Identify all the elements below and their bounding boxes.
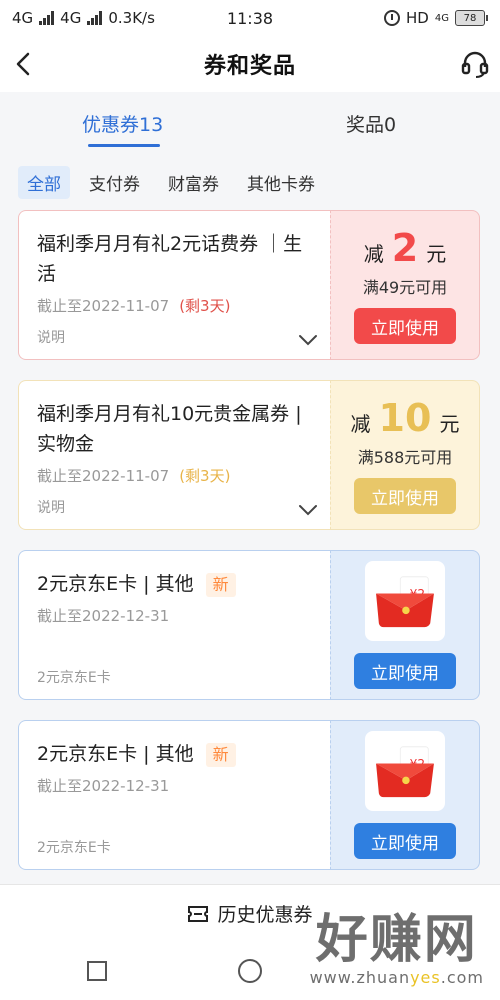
tab-coupons[interactable]: 优惠券13 (82, 110, 163, 137)
coupon-value-panel: ¥2 立即使用 (330, 720, 480, 870)
use-now-button[interactable]: 立即使用 (354, 308, 456, 344)
coupon-expiry: 截止至2022-11-07 (剩3天) (37, 465, 314, 486)
coupon-note: 2元京东E卡 (37, 840, 111, 856)
discount-unit: 元 (439, 412, 460, 436)
chevron-down-icon[interactable] (298, 333, 318, 347)
filter-wealth[interactable]: 财富券 (159, 166, 228, 199)
coupon-value-panel: 减 2 元 满49元可用 立即使用 (330, 210, 480, 360)
back-arrow-icon[interactable] (10, 50, 38, 78)
coupon-info: 福利季月月有礼10元贵金属券 |实物金 截止至2022-11-07 (剩3天) 说… (18, 380, 330, 530)
site-watermark: 好赚网 www.zhuanyes.com (310, 912, 484, 987)
signal-icon (39, 11, 55, 25)
hd-label: HD (406, 9, 429, 27)
battery-level: 78 (455, 10, 485, 26)
coupon-note[interactable]: 说明 (37, 327, 65, 347)
red-envelope-icon: ¥2 (365, 731, 445, 811)
network-label-2: 4G (60, 9, 82, 27)
coupon-expiry: 截止至2022-11-07 (剩3天) (37, 295, 314, 316)
days-remaining: (剩3天) (179, 467, 231, 485)
filter-payment[interactable]: 支付券 (80, 166, 149, 199)
discount-label: 减 (363, 242, 384, 266)
network-label-1: 4G (12, 9, 34, 27)
filter-chips: 全部 支付券 财富券 其他卡券 (18, 166, 324, 199)
coupon-title: 福利季月月有礼2元话费券 ｜生活 (37, 233, 303, 285)
expiry-date: 截止至2022-12-31 (37, 777, 170, 795)
page-title: 券和奖品 (203, 54, 296, 79)
coupon-title: 2元京东E卡 | 其他新 (37, 569, 314, 599)
tab-prizes[interactable]: 奖品0 (346, 110, 396, 137)
expiry-date: 截止至2022-12-31 (37, 607, 170, 625)
coupon-title: 福利季月月有礼10元贵金属券 |实物金 (37, 403, 302, 455)
network-label-3: 4G (434, 12, 449, 24)
min-spend: 满588元可用 (357, 448, 453, 467)
discount-unit: 元 (426, 242, 447, 266)
alarm-icon (384, 10, 401, 26)
watermark-url: www.zhuanyes.com (310, 968, 484, 987)
min-spend: 满49元可用 (362, 278, 448, 297)
tab-bar: 优惠券13 奖品0 (0, 92, 500, 150)
coupon-title-text: 2元京东E卡 | 其他 (37, 573, 194, 595)
discount-amount: 10 (378, 396, 432, 440)
signal-icon (87, 11, 103, 25)
coupon-title-text: 2元京东E卡 | 其他 (37, 743, 194, 765)
discount-amount: 2 (391, 226, 419, 270)
new-badge: 新 (205, 742, 236, 767)
network-speed: 0.3K/s (108, 9, 155, 27)
filter-all[interactable]: 全部 (18, 166, 70, 199)
discount-row: 减 10 元 (351, 396, 460, 440)
coupon-info: 福利季月月有礼2元话费券 ｜生活 截止至2022-11-07 (剩3天) 说明 (18, 210, 330, 360)
watermark-url-a: www.zhuan (309, 968, 411, 987)
coupon-note[interactable]: 说明 (37, 497, 65, 517)
watermark-url-c: .com (440, 968, 484, 987)
days-remaining: (剩3天) (179, 297, 231, 315)
use-now-button[interactable]: 立即使用 (354, 823, 456, 859)
red-envelope-graphic: ¥2 (376, 746, 434, 798)
coupon-card: 2元京东E卡 | 其他新 截止至2022-12-31 2元京东E卡 ¥2 立即使… (18, 720, 480, 870)
status-left: 4G 4G 0.3K/s (12, 9, 155, 27)
active-tab-indicator (88, 144, 160, 147)
ticket-icon (188, 905, 209, 922)
history-coupons-label: 历史优惠券 (217, 904, 313, 926)
watermark-logo-text: 好赚网 (315, 910, 478, 970)
coupon-value-panel: ¥2 立即使用 (330, 550, 480, 700)
status-right: HD 4G 78 (384, 9, 488, 27)
battery-tip (486, 15, 488, 21)
coupon-card: 2元京东E卡 | 其他新 截止至2022-12-31 2元京东E卡 ¥2 立即使… (18, 550, 480, 700)
coupon-value-panel: 减 10 元 满588元可用 立即使用 (330, 380, 480, 530)
use-now-button[interactable]: 立即使用 (354, 653, 456, 689)
watermark-url-b: yes (410, 968, 441, 987)
recent-apps-icon[interactable] (87, 961, 107, 981)
nav-bar: 券和奖品 (0, 36, 500, 92)
red-envelope-graphic: ¥2 (376, 576, 434, 628)
discount-label: 减 (350, 412, 371, 436)
discount-row: 减 2 元 (364, 226, 446, 270)
coupon-card: 福利季月月有礼2元话费券 ｜生活 截止至2022-11-07 (剩3天) 说明 减… (18, 210, 480, 360)
filter-other-cards[interactable]: 其他卡券 (238, 166, 324, 199)
status-bar: 4G 4G 0.3K/s 11:38 HD 4G 78 (0, 0, 500, 36)
new-badge: 新 (205, 572, 236, 597)
coupon-card: 福利季月月有礼10元贵金属券 |实物金 截止至2022-11-07 (剩3天) 说… (18, 380, 480, 530)
use-now-button[interactable]: 立即使用 (354, 478, 456, 514)
battery-icon: 78 (455, 10, 488, 26)
home-icon[interactable] (238, 959, 262, 983)
chevron-down-icon[interactable] (298, 503, 318, 517)
coupon-info: 2元京东E卡 | 其他新 截止至2022-12-31 2元京东E卡 (18, 720, 330, 870)
headset-icon[interactable] (460, 49, 490, 79)
expiry-date: 截止至2022-11-07 (37, 297, 170, 315)
red-envelope-icon: ¥2 (365, 561, 445, 641)
coupon-info: 2元京东E卡 | 其他新 截止至2022-12-31 2元京东E卡 (18, 550, 330, 700)
coupon-title: 2元京东E卡 | 其他新 (37, 739, 314, 769)
expiry-date: 截止至2022-11-07 (37, 467, 170, 485)
coupon-note: 2元京东E卡 (37, 670, 111, 686)
